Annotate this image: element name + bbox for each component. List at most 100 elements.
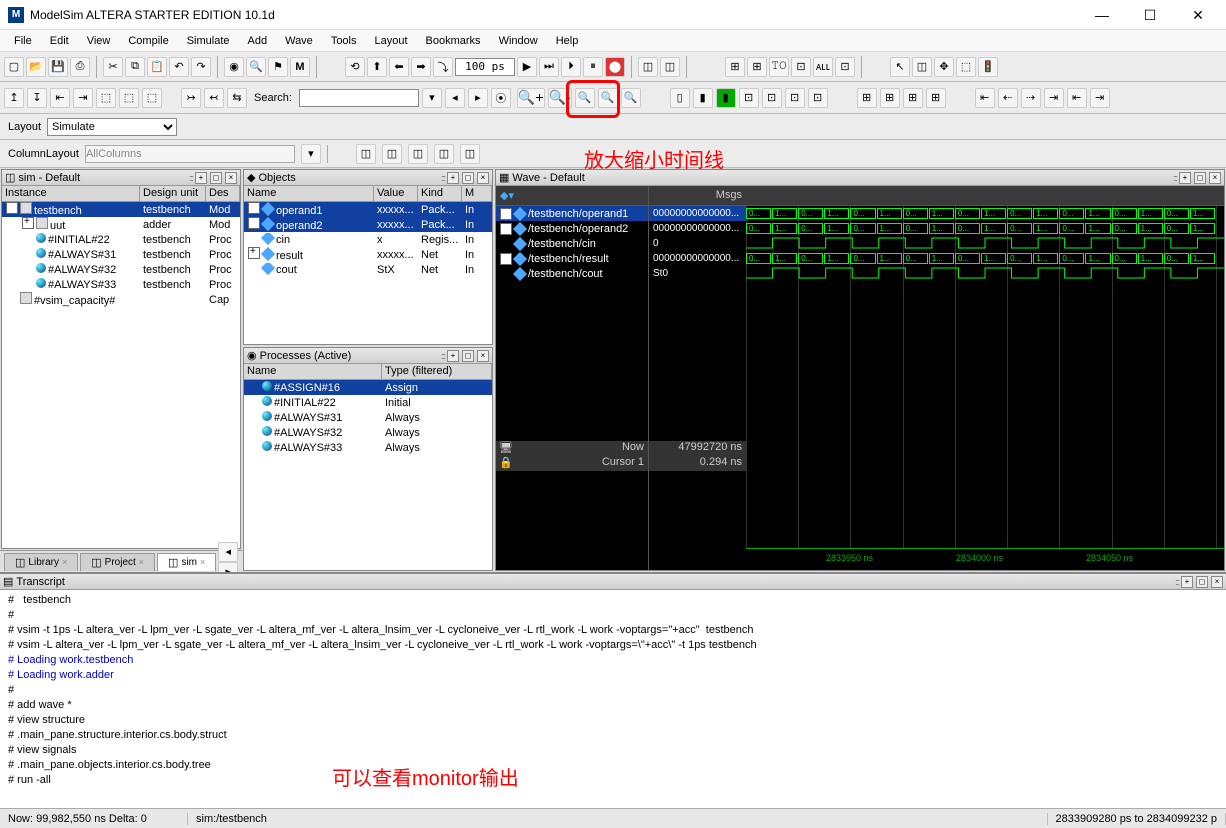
sim-row[interactable]: #vsim_capacity#Cap — [2, 292, 240, 307]
zoom-range-button[interactable]: 🔍 — [621, 88, 641, 108]
panel-grip-icon[interactable]: :::::: — [441, 173, 444, 183]
t2-i[interactable]: ↢ — [204, 88, 224, 108]
sim-row[interactable]: testbenchtestbenchMod — [2, 202, 240, 217]
tb1-h[interactable]: ⊡ — [835, 57, 855, 77]
panel-pin-button[interactable]: + — [447, 172, 459, 184]
step-up-button[interactable]: ⬆ — [367, 57, 387, 77]
panel-max-button[interactable]: ◻ — [1196, 576, 1208, 588]
sim-tree[interactable]: testbenchtestbenchModuutadderMod#INITIAL… — [2, 202, 240, 548]
panel-close-button[interactable]: × — [1211, 576, 1223, 588]
wave-format-icon[interactable]: ◆▾ — [500, 189, 514, 202]
process-row[interactable]: #ALWAYS#31Always — [244, 410, 492, 425]
t2-h[interactable]: ↣ — [181, 88, 201, 108]
step-fwd-button[interactable]: ➡ — [411, 57, 431, 77]
t2-j[interactable]: ⇆ — [227, 88, 247, 108]
compile-button[interactable]: ◉ — [224, 57, 244, 77]
layout-select[interactable]: Simulate — [47, 118, 177, 136]
cl-d[interactable]: ◫ — [434, 144, 454, 164]
zoom-in-button[interactable]: 🔍+ — [517, 88, 545, 108]
t2-t[interactable]: ⊞ — [903, 88, 923, 108]
run-button[interactable]: ▶ — [517, 57, 537, 77]
t2-aa[interactable]: ⇥ — [1090, 88, 1110, 108]
column-layout-input[interactable] — [85, 145, 295, 163]
cursor-icon[interactable]: ↖ — [890, 57, 910, 77]
search-input[interactable] — [299, 89, 419, 107]
menu-compile[interactable]: Compile — [120, 33, 176, 49]
panel-max-button[interactable]: ◻ — [462, 172, 474, 184]
sim-row[interactable]: #ALWAYS#31testbenchProc — [2, 247, 240, 262]
continue-button[interactable]: ⏵ — [561, 57, 581, 77]
zoom-full-button[interactable]: 🔍 — [575, 88, 595, 108]
search-all-button[interactable]: ⦿ — [491, 88, 511, 108]
panel-close-button[interactable]: × — [477, 172, 489, 184]
menu-simulate[interactable]: Simulate — [179, 33, 238, 49]
menu-add[interactable]: Add — [240, 33, 276, 49]
panel-max-button[interactable]: ◻ — [1194, 172, 1206, 184]
t2-d[interactable]: ⇥ — [73, 88, 93, 108]
print-button[interactable]: ⎙ — [70, 57, 90, 77]
run-all-button[interactable]: ⏭ — [539, 57, 559, 77]
step-into-button[interactable]: ⤵ — [433, 57, 453, 77]
t2-o[interactable]: ⊡ — [762, 88, 782, 108]
objects-column-header[interactable]: Name Value Kind M — [244, 186, 492, 202]
zoom-cursor-button[interactable]: 🔍 — [598, 88, 618, 108]
process-row[interactable]: #INITIAL#22Initial — [244, 395, 492, 410]
processes-column-header[interactable]: Name Type (filtered) — [244, 364, 492, 380]
run-length-input[interactable] — [455, 58, 515, 76]
cut-button[interactable]: ✂ — [103, 57, 123, 77]
sim-column-header[interactable]: Instance Design unit Des — [2, 186, 240, 202]
menu-layout[interactable]: Layout — [367, 33, 416, 49]
bookmark-button[interactable]: ⚑ — [268, 57, 288, 77]
paste-button[interactable]: 📋 — [147, 57, 167, 77]
t2-v[interactable]: ⇤ — [975, 88, 995, 108]
panel-grip-icon[interactable]: :::::: — [441, 351, 444, 361]
move-icon[interactable]: ✥ — [934, 57, 954, 77]
undo-button[interactable]: ↶ — [169, 57, 189, 77]
tb1-a[interactable]: ◫ — [638, 57, 658, 77]
objects-tree[interactable]: operand1xxxxx...Pack...Inoperand2xxxxx..… — [244, 202, 492, 344]
search-next-button[interactable]: ▸ — [468, 88, 488, 108]
t2-u[interactable]: ⊞ — [926, 88, 946, 108]
panel-max-button[interactable]: ◻ — [462, 350, 474, 362]
panel-close-button[interactable]: × — [477, 350, 489, 362]
panel-grip-icon[interactable]: :::::: — [1173, 173, 1176, 183]
menu-bookmarks[interactable]: Bookmarks — [418, 33, 489, 49]
t2-c[interactable]: ⇤ — [50, 88, 70, 108]
break-button[interactable]: ⏸ — [583, 57, 603, 77]
restart-button[interactable]: ⟲ — [345, 57, 365, 77]
objects-row[interactable]: operand2xxxxx...Pack...In — [244, 217, 492, 232]
menu-view[interactable]: View — [79, 33, 119, 49]
cl-e[interactable]: ◫ — [460, 144, 480, 164]
panel-pin-button[interactable]: + — [1181, 576, 1193, 588]
t2-s[interactable]: ⊞ — [880, 88, 900, 108]
t2-r[interactable]: ⊞ — [857, 88, 877, 108]
panel-grip-icon[interactable]: :::::: — [189, 173, 192, 183]
wave-signal-name[interactable]: /testbench/cin — [496, 236, 648, 251]
wave-signal-values[interactable]: Msgs 00000000000000...00000000000000...0… — [648, 186, 746, 570]
t2-y[interactable]: ⇥ — [1044, 88, 1064, 108]
t2-f[interactable]: ⬚ — [119, 88, 139, 108]
objects-row[interactable]: coutStXNetIn — [244, 262, 492, 277]
t2-e[interactable]: ⬚ — [96, 88, 116, 108]
columnlayout-dropdown-icon[interactable]: ▾ — [301, 144, 321, 164]
zoom-out-button[interactable]: 🔍- — [548, 88, 572, 108]
process-row[interactable]: #ALWAYS#33Always — [244, 440, 492, 455]
objects-row[interactable]: resultxxxxx...NetIn — [244, 247, 492, 262]
menu-tools[interactable]: Tools — [323, 33, 365, 49]
panel-grip-icon[interactable]: :::::: — [1175, 577, 1178, 587]
search-dropdown-icon[interactable]: ▾ — [422, 88, 442, 108]
wave-signal-name[interactable]: /testbench/result — [496, 251, 648, 266]
t2-k[interactable]: ▯ — [670, 88, 690, 108]
t2-g[interactable]: ⬚ — [142, 88, 162, 108]
close-button[interactable]: ✕ — [1178, 3, 1218, 27]
redo-button[interactable]: ↷ — [191, 57, 211, 77]
t2-m[interactable]: ▮ — [716, 88, 736, 108]
traffic-icon[interactable]: 🚦 — [978, 57, 998, 77]
wave-signal-name[interactable]: /testbench/operand1 — [496, 206, 648, 221]
save-button[interactable]: 💾 — [48, 57, 68, 77]
stop-button[interactable]: ⬤ — [605, 57, 625, 77]
step-back-button[interactable]: ⬅ — [389, 57, 409, 77]
process-row[interactable]: #ALWAYS#32Always — [244, 425, 492, 440]
wave-signal-name[interactable]: /testbench/operand2 — [496, 221, 648, 236]
tb1-b[interactable]: ◫ — [660, 57, 680, 77]
